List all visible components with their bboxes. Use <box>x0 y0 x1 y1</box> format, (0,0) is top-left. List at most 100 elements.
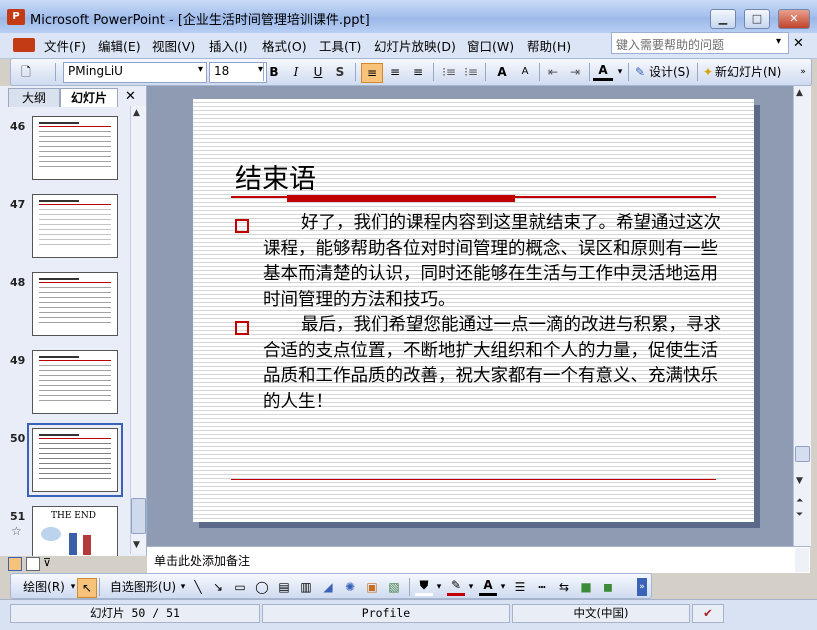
menu-help[interactable]: 帮助(H) <box>524 35 574 56</box>
design-button[interactable]: 设计(S) <box>649 63 695 81</box>
notes-placeholder[interactable]: 单击此处添加备注 <box>154 552 250 569</box>
decrease-indent-icon[interactable]: ⇤ <box>543 63 563 81</box>
status-bar: 幻灯片 50 / 51 Profile 中文(中国) ✔ <box>0 599 817 630</box>
slide-thumbnail[interactable] <box>32 272 118 336</box>
close-document-button[interactable]: ✕ <box>793 36 804 51</box>
menu-insert[interactable]: 插入(I) <box>206 35 250 56</box>
draw-font-color-icon[interactable]: A <box>479 578 497 596</box>
slide-thumbnail[interactable] <box>32 194 118 258</box>
help-search-input[interactable]: 键入需要帮助的问题 <box>611 32 789 54</box>
maximize-button[interactable]: □ <box>744 9 770 29</box>
underline-button[interactable]: U <box>309 63 327 81</box>
wordart-icon[interactable]: ◢ <box>319 578 337 596</box>
menu-slideshow[interactable]: 幻灯片放映(D) <box>371 35 459 56</box>
vertical-textbox-icon[interactable]: ▥ <box>297 578 315 596</box>
status-language: 中文(中国) <box>512 604 690 623</box>
slide-paragraph[interactable]: 最后，我们希望您能通过一点一滴的改进与积累，寻求合适的支点位置，不断地扩大组织和… <box>263 313 723 415</box>
3d-style-icon[interactable]: ◼ <box>599 578 617 596</box>
menu-format[interactable]: 格式(O) <box>259 35 310 56</box>
chevron-down-icon[interactable]: ▾ <box>435 578 443 596</box>
numbering-icon[interactable]: ⁝≡ <box>439 63 459 81</box>
slide-canvas[interactable]: 结束语 好了，我们的课程内容到这里就结束了。希望通过这次课程，能够帮助各位对时间… <box>193 99 754 522</box>
select-pointer-icon[interactable]: ↖ <box>77 578 97 598</box>
slide-paragraph[interactable]: 好了，我们的课程内容到这里就结束了。希望通过这次课程，能够帮助各位对时间管理的概… <box>263 211 723 313</box>
textbox-icon[interactable]: ▤ <box>275 578 293 596</box>
italic-button[interactable]: I <box>287 63 305 81</box>
font-color-button[interactable]: A <box>593 63 613 81</box>
oval-icon[interactable]: ◯ <box>253 578 271 596</box>
chevron-down-icon[interactable]: ▾ <box>615 63 625 81</box>
line-color-icon[interactable]: ✎ <box>447 578 465 596</box>
chevron-down-icon[interactable]: ▾ <box>776 36 781 47</box>
shadow-style-icon[interactable]: ■ <box>577 578 595 596</box>
slide-title[interactable]: 结束语 <box>235 157 316 196</box>
spelling-check-icon[interactable]: ✔ <box>692 604 724 623</box>
slide-thumbnail[interactable] <box>32 350 118 414</box>
align-left-button[interactable]: ≡ <box>361 63 383 83</box>
chevron-down-icon[interactable]: ▾ <box>179 578 187 596</box>
dash-style-icon[interactable]: ┅ <box>533 578 551 596</box>
previous-slide-icon[interactable]: ⏶ <box>796 496 803 506</box>
tab-slides[interactable]: 幻灯片 <box>60 88 118 107</box>
menu-tools[interactable]: 工具(T) <box>316 35 364 56</box>
grow-font-button[interactable]: A <box>491 63 513 81</box>
shrink-font-button[interactable]: A <box>515 63 535 81</box>
bold-button[interactable]: B <box>265 63 283 81</box>
font-value: PMingLiU <box>68 64 123 78</box>
menu-window[interactable]: 窗口(W) <box>464 35 517 56</box>
toolbar-options-icon[interactable]: » <box>797 63 809 81</box>
new-slide-button[interactable]: 新幻灯片(N) <box>715 63 785 81</box>
scrollbar-thumb[interactable] <box>131 498 146 534</box>
scroll-down-icon[interactable]: ▼ <box>796 476 803 486</box>
normal-view-icon[interactable] <box>8 557 22 571</box>
slide-thumbnail[interactable] <box>32 116 118 180</box>
chevron-down-icon[interactable]: ▾ <box>499 578 507 596</box>
arrow-icon[interactable]: ↘ <box>209 578 227 596</box>
slideshow-icon[interactable]: ⊽ <box>43 556 51 569</box>
close-pane-button[interactable]: ✕ <box>125 89 136 104</box>
thumbnail-scrollbar[interactable]: ▲ ▼ <box>130 106 146 554</box>
minimize-button[interactable]: ▁ <box>710 9 736 29</box>
toolbar-options-icon[interactable]: » <box>637 578 647 596</box>
close-button[interactable]: ✕ <box>778 9 810 29</box>
diagram-icon[interactable]: ✺ <box>341 578 359 596</box>
tab-outline[interactable]: 大纲 <box>8 88 60 107</box>
clipart-icon[interactable]: ▣ <box>363 578 381 596</box>
autoshapes-button[interactable]: 自选图形(U) <box>105 578 181 596</box>
powerpoint-icon[interactable]: P <box>7 9 25 25</box>
scroll-down-icon[interactable]: ▼ <box>133 540 140 550</box>
align-right-button[interactable]: ≡ <box>408 63 428 81</box>
title-accent-bar <box>287 195 515 202</box>
square-bullet-icon <box>235 219 249 233</box>
slide-sorter-icon[interactable] <box>26 557 40 571</box>
font-select[interactable]: PMingLiU ▾ <box>63 62 207 83</box>
fill-color-icon[interactable]: ⛊ <box>415 578 433 596</box>
align-center-button[interactable]: ≡ <box>385 63 405 81</box>
scrollbar-thumb[interactable] <box>795 446 810 462</box>
menu-file[interactable]: 文件(F) <box>41 35 89 56</box>
document-icon[interactable] <box>13 38 35 52</box>
line-icon[interactable]: ╲ <box>189 578 207 596</box>
line-style-icon[interactable]: ☰ <box>511 578 529 596</box>
font-size-select[interactable]: 18 ▾ <box>209 62 267 83</box>
picture-icon[interactable]: ▧ <box>385 578 403 596</box>
arrow-style-icon[interactable]: ⇆ <box>555 578 573 596</box>
status-slide-position: 幻灯片 50 / 51 <box>10 604 260 623</box>
chevron-down-icon[interactable]: ▾ <box>467 578 475 596</box>
menu-edit[interactable]: 编辑(E) <box>95 35 144 56</box>
scroll-up-icon[interactable]: ▲ <box>133 108 140 118</box>
scroll-up-icon[interactable]: ▲ <box>796 88 803 98</box>
new-document-icon[interactable]: 🗋 <box>15 63 37 81</box>
slide-thumbnail-selected[interactable] <box>27 423 123 497</box>
increase-indent-icon[interactable]: ⇥ <box>565 63 585 81</box>
next-slide-icon[interactable]: ⏷ <box>796 510 803 520</box>
shadow-button[interactable]: S <box>331 63 349 81</box>
menu-view[interactable]: 视图(V) <box>149 35 198 56</box>
chevron-down-icon[interactable]: ▾ <box>69 578 77 596</box>
rectangle-icon[interactable]: ▭ <box>231 578 249 596</box>
draw-menu-button[interactable]: 绘图(R) <box>19 578 69 596</box>
slide-thumbnail[interactable]: THE END <box>32 506 118 556</box>
notes-scrollbar[interactable] <box>795 548 809 572</box>
slide-scrollbar[interactable]: ▲ ▼ ⏶ ⏷ <box>793 86 811 546</box>
bullets-icon[interactable]: ⁝≡ <box>461 63 481 81</box>
